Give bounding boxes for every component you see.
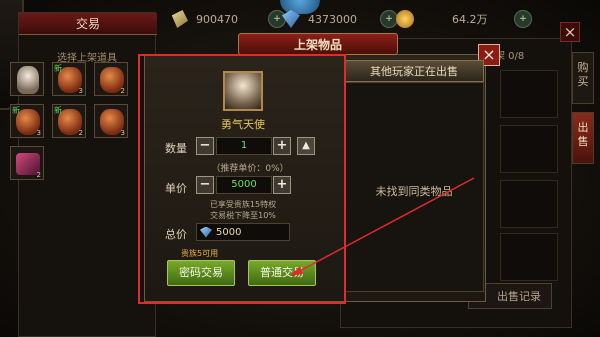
slot-count: 3 [36,129,41,137]
inventory-slot[interactable]: 新 2 [52,104,86,138]
inventory-slot[interactable]: 2 [94,62,128,96]
diamond-amount: 4373000 [308,12,357,26]
tax-note: 交易税下降至10% [210,211,276,220]
coin-resource: 64.2万 + [396,8,532,30]
new-tag: 新 [54,106,62,115]
new-tag: 新 [54,64,62,73]
no-similar-items-text: 未找到同类物品 [375,185,453,198]
sale-slot[interactable] [500,70,558,118]
slot-count: 3 [120,129,125,137]
tab-sell[interactable]: 出售 [572,112,594,164]
dialog-title: 上架物品 [238,33,398,55]
inventory-slot[interactable]: 新 3 [10,104,44,138]
gold-ingot-icon [171,10,188,28]
tab-buy[interactable]: 购买 [572,52,594,104]
slot-count: 2 [36,171,41,179]
price-label: 单价 [165,182,187,195]
sale-slot[interactable] [500,125,558,173]
others-selling-header: 其他玩家正在出售 [344,60,484,82]
inventory-slot[interactable] [10,62,44,96]
privilege-note: 已享受贵族15特权 [209,200,277,209]
total-price-box: 5000 [196,223,290,241]
vip-requirement-note: 贵族5可用 [181,249,219,258]
quantity-label: 数量 [165,142,187,155]
password-trade-button[interactable]: 密码交易 [167,260,235,286]
new-tag: 新 [12,106,20,115]
angel-avatar-icon [17,66,39,94]
diamond-resource: 4373000 + [282,8,398,30]
gold-amount: 900470 [196,12,238,26]
total-label: 总价 [165,228,187,241]
slot-count: 3 [78,87,83,95]
quantity-minus-button[interactable]: − [196,137,214,155]
total-price-value: 5000 [216,226,242,238]
add-coin-button[interactable]: + [514,10,532,28]
coin-icon [396,10,414,28]
recommend-price-note: （推荐单价：0%） [211,164,289,174]
price-minus-button[interactable]: − [196,176,214,194]
normal-trade-button[interactable]: 普通交易 [248,260,316,286]
angel-item-icon [223,71,263,111]
quantity-plus-button[interactable]: + [273,137,291,155]
coin-amount: 64.2万 [452,13,488,26]
sale-slot[interactable] [500,180,558,228]
gold-resource: 900470 + [170,8,286,30]
inventory-slot[interactable]: 3 [94,104,128,138]
sale-slot[interactable] [500,233,558,281]
quantity-max-button[interactable]: ▲ [297,137,315,155]
item-name: 勇气天使 [221,118,265,131]
slot-count: 2 [78,129,83,137]
slot-count: 2 [120,87,125,95]
price-input[interactable]: 5000 [216,176,272,194]
price-plus-button[interactable]: + [273,176,291,194]
inventory-slot[interactable]: 新 3 [52,62,86,96]
trade-close-button[interactable]: × [560,22,580,42]
diamond-icon [282,10,300,28]
inventory-slot[interactable]: 2 [10,146,44,180]
quantity-input[interactable]: 1 [216,137,272,155]
diamond-icon [200,226,212,238]
inventory-grid: 新 3 2 新 3 新 2 3 2 [10,62,140,192]
trade-panel-title: 交易 [19,13,157,35]
resource-bar: 900470 + 4373000 + 64.2万 + [140,6,600,32]
